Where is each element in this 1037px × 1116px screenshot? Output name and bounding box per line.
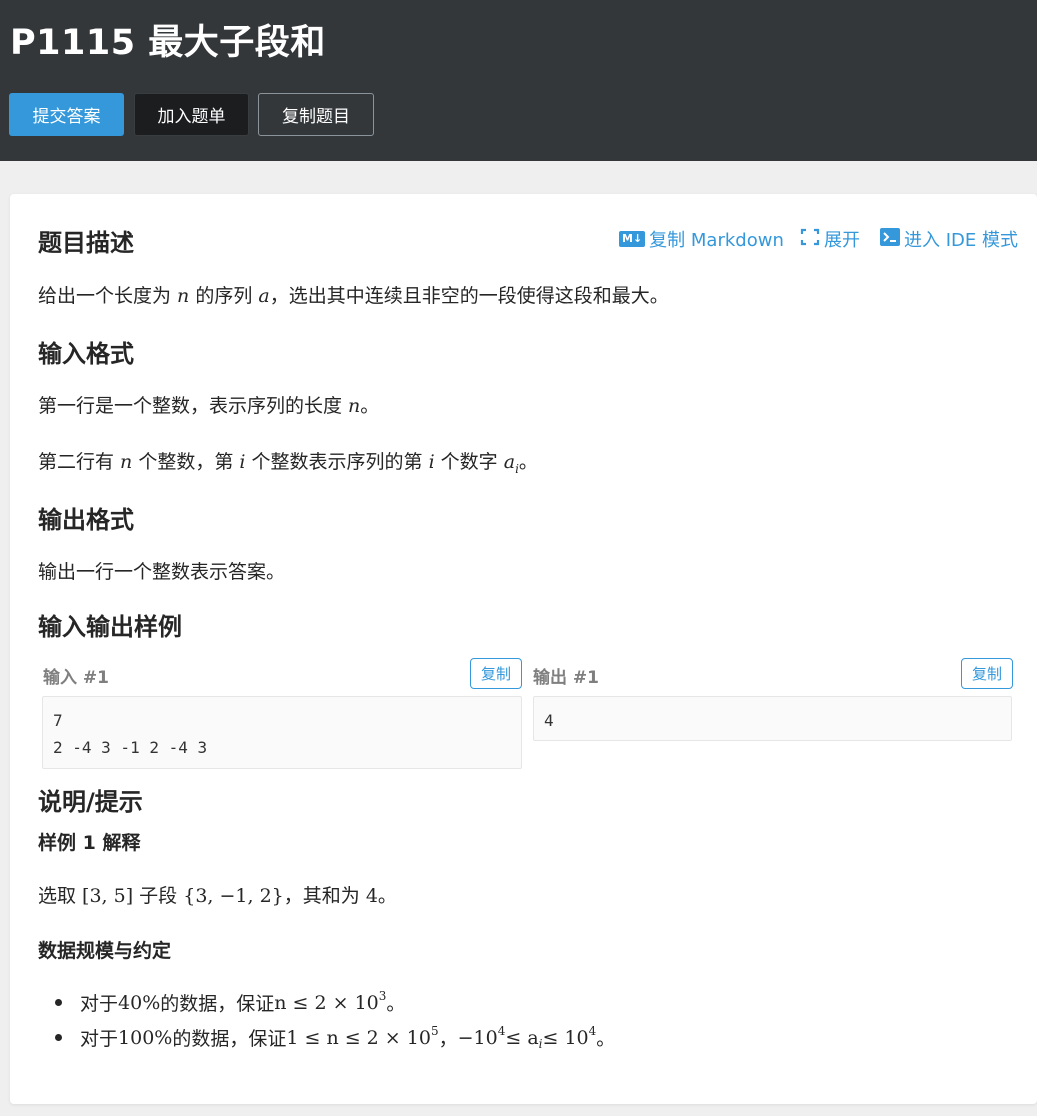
description-text: 给出一个长度为 n 的序列 a，选出其中连续且非空的一段使得这段和最大。	[38, 281, 669, 308]
input-format-line2: 第二行有 n 个整数，第 i 个整数表示序列的第 i 个数字 ai。	[38, 447, 538, 476]
math-var: a	[258, 285, 270, 307]
problem-title: P1115 最大子段和	[10, 23, 326, 63]
input-format-line1: 第一行是一个整数，表示序列的长度 n。	[38, 391, 379, 418]
expand-link[interactable]: 展开	[800, 226, 860, 252]
markdown-icon: M↓	[619, 231, 646, 247]
output-format-heading: 输出格式	[38, 506, 134, 534]
hint-text-part: 的数据，保证	[172, 1028, 287, 1050]
enter-ide-link[interactable]: 进入 IDE 模式	[880, 226, 1018, 252]
sample-output-code: 4	[533, 696, 1012, 741]
copy-output-button[interactable]: 复制	[961, 658, 1013, 689]
description-text-part: 给出一个长度为	[38, 285, 178, 307]
math-var: a	[503, 451, 516, 473]
submit-answer-button[interactable]: 提交答案	[9, 93, 124, 136]
math-expr: 1 ≤ n ≤ 2 × 10	[286, 1026, 431, 1049]
math-expr: 4	[365, 885, 378, 907]
hint-text-part: ，	[438, 1028, 458, 1050]
expand-label: 展开	[824, 230, 860, 251]
math-superscript: 4	[497, 1024, 506, 1038]
hint-text-part: 。	[596, 1028, 616, 1050]
copy-markdown-label: 复制 Markdown	[649, 230, 784, 251]
expand-icon	[800, 228, 820, 251]
problem-card	[10, 194, 1037, 1104]
description-text-part: ，选出其中连续且非空的一段使得这段和最大。	[269, 285, 669, 307]
hint-text-part: ，其和为	[283, 885, 366, 907]
input-text-part: 。	[360, 395, 380, 417]
math-expr: −10	[457, 1026, 498, 1049]
math-expr: ≤ a	[505, 1026, 539, 1049]
problem-header: P1115 最大子段和 提交答案 加入题单 复制题目	[0, 0, 1037, 161]
bullet-icon	[55, 999, 62, 1006]
input-text-part: 第二行有	[38, 451, 121, 473]
copy-input-button[interactable]: 复制	[470, 658, 522, 689]
input-text-part: 个整数表示序列的第	[245, 451, 429, 473]
math-expr: ≤ 10	[542, 1026, 589, 1049]
constraints-subheading: 数据规模与约定	[38, 940, 172, 962]
copy-markdown-link[interactable]: M↓ 复制 Markdown	[619, 226, 784, 252]
hint-text-part: 对于	[80, 1028, 119, 1050]
sample-input-label: 输入 #1	[43, 668, 109, 688]
hint-text-part: 的数据，保证	[160, 993, 275, 1015]
description-heading: 题目描述	[38, 229, 134, 257]
sample-explanation-text: 选取 [3, 5] 子段 {3, −1, 2}，其和为 4。	[38, 881, 397, 908]
input-text-part: 。	[518, 451, 538, 473]
list-item: 对于 40% 的数据，保证 n ≤ 2 × 10 3。	[55, 985, 615, 1020]
sample-output-label: 输出 #1	[533, 668, 599, 688]
math-expr: n ≤ 2 × 10	[274, 991, 379, 1014]
enter-ide-label: 进入 IDE 模式	[904, 230, 1018, 251]
sample-explanation-subheading: 样例 1 解释	[38, 832, 141, 854]
sample-input-code: 7 2 -4 3 -1 2 -4 3	[42, 696, 522, 769]
math-superscript: 5	[430, 1024, 439, 1038]
list-item: 对于 100% 的数据，保证 1 ≤ n ≤ 2 × 10 5， −10 4 ≤ ai…	[55, 1020, 615, 1055]
math-superscript: 3	[378, 989, 387, 1003]
input-text-part: 个整数，第	[132, 451, 240, 473]
add-to-list-button[interactable]: 加入题单	[134, 93, 249, 136]
output-format-text: 输出一行一个整数表示答案。	[38, 561, 286, 583]
input-text-part: 第一行是一个整数，表示序列的长度	[38, 395, 349, 417]
hint-heading: 说明/提示	[38, 788, 143, 816]
math-superscript: 4	[588, 1024, 597, 1038]
math-expr: [3, 5]	[82, 885, 134, 907]
terminal-icon	[880, 227, 900, 251]
bullet-icon	[55, 1034, 62, 1041]
hint-text-part: 选取	[38, 885, 83, 907]
samples-heading: 输入输出样例	[38, 613, 182, 641]
description-text-part: 的序列	[189, 285, 259, 307]
math-var: n	[120, 451, 133, 473]
math-expr: 100%	[118, 1026, 173, 1049]
hint-text-part: 。	[386, 993, 406, 1015]
math-expr: 40%	[118, 991, 161, 1014]
copy-problem-button[interactable]: 复制题目	[258, 93, 374, 136]
math-var: n	[177, 285, 190, 307]
hint-text-part: 对于	[80, 993, 119, 1015]
hint-text-part: 。	[377, 885, 397, 907]
constraints-list: 对于 40% 的数据，保证 n ≤ 2 × 10 3。 对于 100% 的数据，保…	[55, 985, 615, 1055]
hint-text-part: 子段	[133, 885, 184, 907]
input-text-part: 个数字	[434, 451, 504, 473]
math-var: n	[348, 395, 361, 417]
input-format-heading: 输入格式	[38, 340, 134, 368]
math-expr: {3, −1, 2}	[183, 885, 284, 907]
